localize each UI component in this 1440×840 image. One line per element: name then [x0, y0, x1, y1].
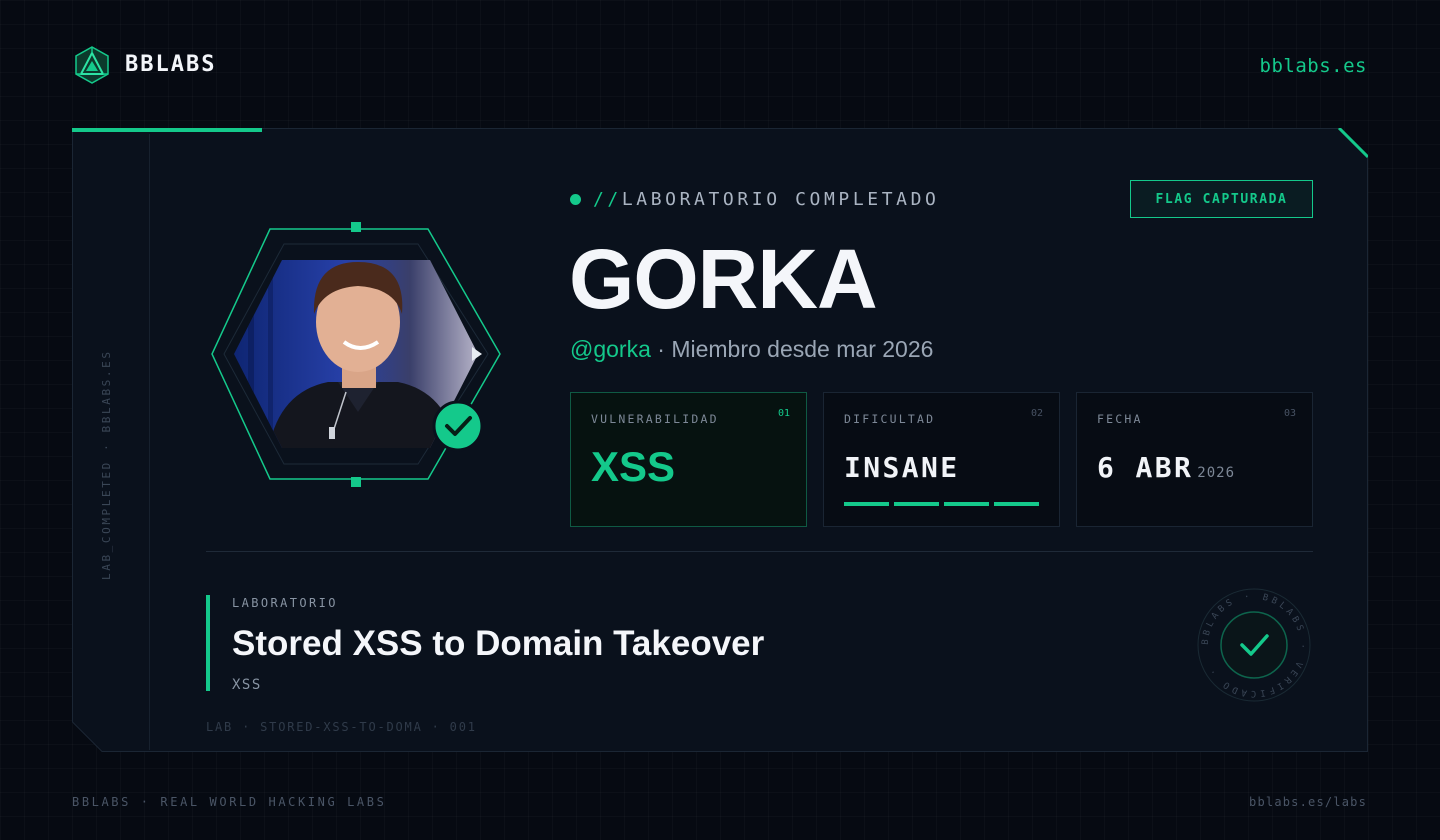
difficulty-bars [844, 502, 1039, 506]
stat-value: INSANE [844, 451, 960, 484]
bblabs-logo-icon [75, 46, 109, 84]
footer-link[interactable]: bblabs.es/labs [1249, 795, 1367, 809]
date-value: 6 ABR [1097, 451, 1194, 484]
status-line: //LABORATORIO COMPLETADO [593, 189, 940, 210]
difficulty-bar [994, 502, 1039, 506]
avatar [211, 222, 501, 487]
verified-check-icon [432, 400, 484, 452]
member-since: · Miembro desde mar 2026 [657, 336, 934, 362]
stat-number: 03 [1283, 408, 1296, 419]
difficulty-bar [844, 502, 889, 506]
stat-value: 6 ABR 2026 [1097, 451, 1235, 484]
username: GORKA [569, 232, 878, 326]
stat-vulnerability: VULNERABILIDAD 01 XSS [570, 392, 807, 527]
stat-number: 01 [777, 408, 790, 419]
side-vertical-text: LAB_COMPLETED · BBLABS.ES [100, 349, 113, 580]
lab-id: LAB · STORED-XSS-TO-DOMA · 001 [206, 720, 477, 734]
stat-number: 02 [1030, 408, 1043, 419]
side-divider [149, 134, 150, 750]
user-handle[interactable]: @gorka [570, 336, 651, 362]
member-meta: @gorka · Miembro desde mar 2026 [570, 336, 933, 363]
status-text: LABORATORIO COMPLETADO [621, 189, 940, 210]
brand-name: BBLABS [125, 52, 217, 77]
footer-tagline: BBLABS · REAL WORLD HACKING LABS [72, 795, 387, 809]
verified-seal-icon: BBLABS · BBLABS · VERIFICADO · [1197, 588, 1311, 702]
section-divider [206, 551, 1313, 552]
stat-label: DIFICULTAD [844, 412, 936, 426]
status-dot [570, 194, 581, 205]
stat-value: XSS [591, 443, 676, 490]
stat-date: FECHA 03 6 ABR 2026 [1076, 392, 1313, 527]
flag-captured-badge: FLAG CAPTURADA [1130, 180, 1313, 218]
lab-accent-bar [206, 595, 210, 691]
stat-label: FECHA [1097, 412, 1143, 426]
lab-label: LABORATORIO [232, 596, 338, 610]
stat-label: VULNERABILIDAD [591, 412, 719, 426]
difficulty-bar [894, 502, 939, 506]
lab-category: XSS [232, 677, 262, 693]
stat-difficulty: DIFICULTAD 02 INSANE [823, 392, 1060, 527]
status-slashes: // [593, 189, 622, 210]
difficulty-bar [944, 502, 989, 506]
site-link[interactable]: bblabs.es [1260, 55, 1367, 77]
card-top-accent [72, 128, 262, 132]
lab-title: Stored XSS to Domain Takeover [232, 624, 765, 663]
date-year: 2026 [1197, 465, 1236, 481]
